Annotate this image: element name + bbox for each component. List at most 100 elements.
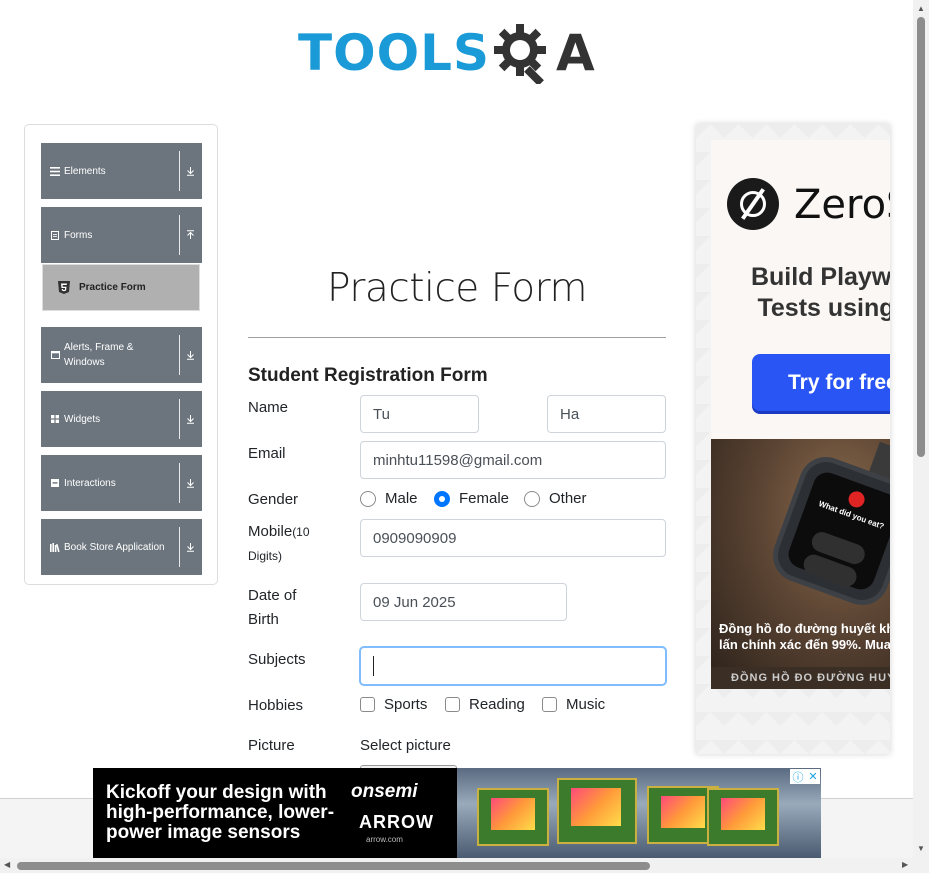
checkbox-label: Music — [566, 696, 606, 713]
try-for-free-button[interactable]: Try for free — [752, 354, 890, 411]
sidebar-group-elements[interactable]: Elements — [41, 143, 202, 199]
email-value: minhtu11598@gmail.com — [373, 451, 543, 469]
ad-choices[interactable]: ⓘ ✕ — [790, 769, 820, 784]
radio-label: Female — [459, 490, 510, 507]
scrollbar-thumb[interactable] — [17, 862, 650, 870]
select-picture-label[interactable]: Select picture — [360, 734, 451, 758]
ad-banner-right[interactable]: ZeroS Build Playwr Tests using Try for f… — [696, 124, 890, 754]
sidebar-group-interactions[interactable]: Interactions — [41, 455, 202, 511]
scroll-right-icon[interactable]: ▶ — [902, 860, 908, 869]
scroll-up-icon[interactable]: ▲ — [917, 4, 925, 13]
zerostep-logo-icon — [727, 178, 779, 230]
last-name-input[interactable]: Ha — [547, 395, 666, 433]
picture-label: Picture — [248, 737, 295, 754]
book-icon — [50, 542, 60, 552]
divider — [248, 337, 666, 338]
dob-label-line1: Date of — [248, 587, 297, 604]
ad-info-icon[interactable]: ⓘ — [792, 769, 803, 785]
first-name-input[interactable]: Tu — [360, 395, 479, 433]
expand-arrow-icon[interactable] — [184, 348, 196, 362]
hobbies-label: Hobbies — [248, 697, 304, 714]
mobile-input[interactable]: 0909090909 — [360, 519, 666, 557]
ad-tagline: Build Playwr Tests using — [750, 263, 890, 322]
toolsqa-logo[interactable]: TOOLS A — [298, 16, 595, 90]
first-name-value: Tu — [373, 405, 390, 423]
divider — [179, 335, 180, 375]
sidebar-group-widgets[interactable]: Widgets — [41, 391, 202, 447]
horizontal-scrollbar[interactable]: ◀ ▶ — [0, 858, 929, 873]
document-icon — [50, 230, 60, 240]
hobby-checkbox-reading[interactable]: Reading — [445, 696, 525, 713]
sidebar-group-forms[interactable]: Forms — [41, 207, 202, 263]
divider — [179, 399, 180, 439]
hobby-checkbox-sports[interactable]: Sports — [360, 696, 427, 713]
subjects-input[interactable] — [360, 647, 666, 685]
text-caret — [373, 656, 374, 676]
radio-label: Other — [549, 490, 587, 507]
gender-radio-male[interactable]: Male — [360, 490, 418, 507]
watch-ad[interactable]: What did you eat? Đồng hồ đo đường huyết… — [711, 439, 890, 689]
sidebar-group-book-store[interactable]: Book Store Application — [41, 519, 202, 575]
gender-radio-other[interactable]: Other — [524, 490, 587, 507]
ad-footer: ĐỒNG HỒ ĐO ĐƯỜNG HUYẾT — [711, 667, 890, 689]
ad-url: arrow.com — [366, 835, 403, 844]
radio-label: Male — [385, 490, 418, 507]
email-label: Email — [248, 445, 286, 462]
sidebar-group-label: Alerts, Frame & Windows — [64, 342, 134, 368]
sidebar-group-label: Forms — [64, 229, 93, 241]
scrollbar-thumb[interactable] — [917, 17, 925, 457]
chip-image — [557, 778, 637, 844]
radio-circle[interactable] — [524, 490, 540, 507]
mobile-hint-digits: Digits) — [248, 549, 283, 563]
divider — [179, 527, 180, 567]
date-of-birth-input[interactable]: 09 Jun 2025 — [360, 583, 567, 621]
expand-arrow-icon[interactable] — [184, 412, 196, 426]
grid-icon — [50, 414, 60, 424]
checkbox[interactable] — [445, 697, 460, 712]
sensor-chips-image — [457, 768, 821, 858]
radio-circle[interactable] — [360, 490, 376, 507]
gender-radio-female[interactable]: Female — [434, 490, 509, 507]
hamburger-icon — [50, 166, 60, 176]
divider — [179, 463, 180, 503]
checkbox[interactable] — [360, 697, 375, 712]
checkbox[interactable] — [542, 697, 557, 712]
expand-arrow-icon[interactable] — [184, 164, 196, 178]
logo-text-end: A — [556, 24, 595, 82]
hobby-checkbox-music[interactable]: Music — [542, 696, 605, 713]
doc-box-icon — [50, 478, 60, 488]
scroll-left-icon[interactable]: ◀ — [4, 860, 10, 869]
expand-arrow-icon[interactable] — [184, 540, 196, 554]
sidebar-item-label: Practice Form — [79, 282, 146, 293]
html5-icon — [58, 281, 70, 294]
ad-caption: Đồng hồ đo đường huyết khô lấn chính xác… — [719, 621, 890, 652]
vertical-scrollbar[interactable]: ▲ ▼ — [913, 0, 929, 858]
page-title: Practice Form — [327, 266, 587, 311]
divider — [179, 215, 180, 255]
sidebar-group-alerts[interactable]: Alerts, Frame & Windows — [41, 327, 202, 383]
divider — [179, 151, 180, 191]
gender-label: Gender — [248, 491, 299, 508]
scroll-down-icon[interactable]: ▼ — [917, 844, 925, 853]
ad-close-icon[interactable]: ✕ — [808, 770, 817, 783]
email-input[interactable]: minhtu11598@gmail.com — [360, 441, 666, 479]
last-name-value: Ha — [560, 405, 580, 423]
blood-drop-icon — [846, 489, 867, 510]
checkbox-label: Reading — [469, 696, 525, 713]
expand-arrow-icon[interactable] — [184, 476, 196, 490]
zerostep-ad[interactable]: ZeroS Build Playwr Tests using Try for f… — [711, 140, 890, 440]
collapse-arrow-icon[interactable] — [184, 228, 196, 242]
dob-label-line2: Birth — [248, 611, 279, 628]
mobile-label: Mobile(10 Digits) — [248, 520, 310, 568]
radio-circle-selected[interactable] — [434, 490, 450, 507]
sidebar: Elements Forms Practice Form Alerts, Fra… — [24, 124, 218, 585]
window-icon — [50, 350, 60, 360]
sidebar-group-label: Elements — [64, 165, 106, 177]
onsemi-logo: onsemi — [351, 781, 418, 802]
chip-image — [477, 788, 549, 846]
sidebar-item-practice-form[interactable]: Practice Form — [42, 264, 200, 311]
chip-image — [707, 788, 779, 846]
watch-screen: What did you eat? — [784, 468, 890, 594]
ad-banner-bottom[interactable]: Kickoff your design with high-performanc… — [93, 768, 821, 858]
dob-label: Date of Birth — [248, 584, 296, 632]
